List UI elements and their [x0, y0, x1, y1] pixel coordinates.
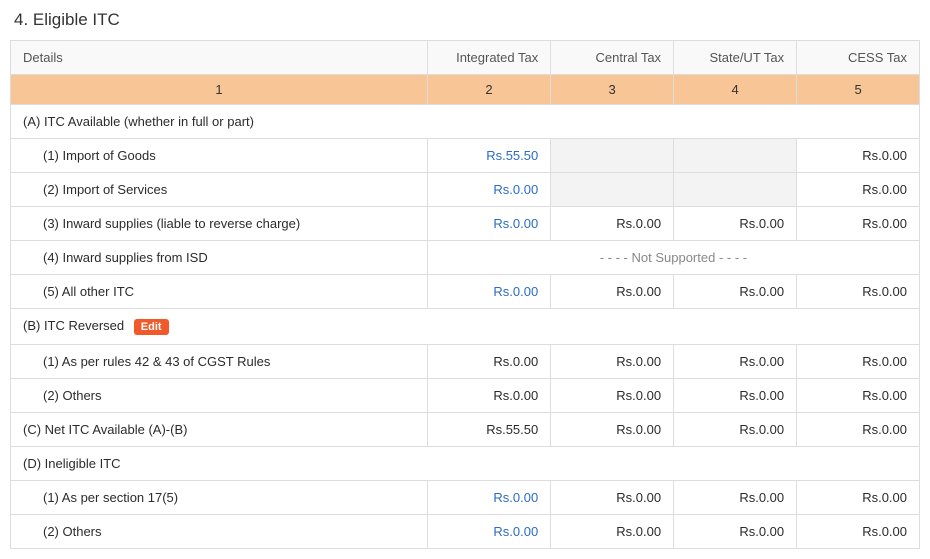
section-title: 4. Eligible ITC: [14, 10, 920, 30]
value-link[interactable]: Rs.0.00: [493, 182, 538, 197]
cell-state: Rs.0.00: [674, 514, 797, 548]
group-b-header: (B) ITC Reversed Edit: [11, 309, 920, 345]
column-number-row: 1 2 3 4 5: [11, 75, 920, 105]
cell-state: Rs.0.00: [674, 207, 797, 241]
group-b-label: (B) ITC Reversed: [23, 318, 124, 333]
colnum-1: 1: [11, 75, 428, 105]
colnum-2: 2: [427, 75, 550, 105]
table-row: (3) Inward supplies (liable to reverse c…: [11, 207, 920, 241]
cell-central: Rs.0.00: [551, 207, 674, 241]
cell-central-disabled: [551, 139, 674, 173]
group-a-label: (A) ITC Available (whether in full or pa…: [11, 105, 920, 139]
colnum-4: 4: [674, 75, 797, 105]
cell-state: Rs.0.00: [674, 412, 797, 446]
header-integrated-tax: Integrated Tax: [427, 41, 550, 75]
table-row: (2) Others Rs.0.00 Rs.0.00 Rs.0.00 Rs.0.…: [11, 514, 920, 548]
cell-central: Rs.0.00: [551, 514, 674, 548]
cell-cess: Rs.0.00: [797, 344, 920, 378]
row-label: (2) Import of Services: [11, 173, 428, 207]
table-row: (1) As per rules 42 & 43 of CGST Rules R…: [11, 344, 920, 378]
cell-cess: Rs.0.00: [797, 275, 920, 309]
cell-state-disabled: [674, 173, 797, 207]
cell-cess: Rs.0.00: [797, 480, 920, 514]
cell-cess: Rs.0.00: [797, 173, 920, 207]
cell-integrated: Rs.0.00: [427, 378, 550, 412]
cell-state: Rs.0.00: [674, 480, 797, 514]
cell-integrated: Rs.55.50: [427, 139, 550, 173]
group-d-header: (D) Ineligible ITC: [11, 446, 920, 480]
cell-central: Rs.0.00: [551, 378, 674, 412]
group-a-header: (A) ITC Available (whether in full or pa…: [11, 105, 920, 139]
cell-integrated: Rs.0.00: [427, 480, 550, 514]
row-label: (2) Others: [11, 514, 428, 548]
cell-cess: Rs.0.00: [797, 378, 920, 412]
value-link[interactable]: Rs.0.00: [493, 216, 538, 231]
cell-integrated: Rs.0.00: [427, 344, 550, 378]
table-row: (1) As per section 17(5) Rs.0.00 Rs.0.00…: [11, 480, 920, 514]
cell-integrated: Rs.0.00: [427, 173, 550, 207]
header-central-tax: Central Tax: [551, 41, 674, 75]
cell-central: Rs.0.00: [551, 344, 674, 378]
group-d-label: (D) Ineligible ITC: [11, 446, 920, 480]
row-label: (2) Others: [11, 378, 428, 412]
table-row: (4) Inward supplies from ISD - - - - Not…: [11, 241, 920, 275]
cell-state: Rs.0.00: [674, 344, 797, 378]
cell-cess: Rs.0.00: [797, 207, 920, 241]
cell-central-disabled: [551, 173, 674, 207]
colnum-3: 3: [551, 75, 674, 105]
cell-cess: Rs.0.00: [797, 514, 920, 548]
table-row: (2) Import of Services Rs.0.00 Rs.0.00: [11, 173, 920, 207]
table-row: (2) Others Rs.0.00 Rs.0.00 Rs.0.00 Rs.0.…: [11, 378, 920, 412]
cell-cess: Rs.0.00: [797, 412, 920, 446]
row-label: (3) Inward supplies (liable to reverse c…: [11, 207, 428, 241]
value-link[interactable]: Rs.55.50: [486, 148, 538, 163]
group-c-label: (C) Net ITC Available (A)-(B): [11, 412, 428, 446]
cell-integrated: Rs.0.00: [427, 207, 550, 241]
value-link[interactable]: Rs.0.00: [493, 284, 538, 299]
cell-state: Rs.0.00: [674, 275, 797, 309]
table-row: (1) Import of Goods Rs.55.50 Rs.0.00: [11, 139, 920, 173]
cell-integrated: Rs.55.50: [427, 412, 550, 446]
cell-central: Rs.0.00: [551, 412, 674, 446]
row-label: (5) All other ITC: [11, 275, 428, 309]
cell-central: Rs.0.00: [551, 480, 674, 514]
row-label: (4) Inward supplies from ISD: [11, 241, 428, 275]
header-cess-tax: CESS Tax: [797, 41, 920, 75]
header-details: Details: [11, 41, 428, 75]
row-label: (1) Import of Goods: [11, 139, 428, 173]
table-row: (5) All other ITC Rs.0.00 Rs.0.00 Rs.0.0…: [11, 275, 920, 309]
not-supported-label: - - - - Not Supported - - - -: [427, 241, 919, 275]
colnum-5: 5: [797, 75, 920, 105]
cell-central: Rs.0.00: [551, 275, 674, 309]
edit-button[interactable]: Edit: [134, 319, 169, 335]
cell-state: Rs.0.00: [674, 378, 797, 412]
group-c-row: (C) Net ITC Available (A)-(B) Rs.55.50 R…: [11, 412, 920, 446]
eligible-itc-table: Details Integrated Tax Central Tax State…: [10, 40, 920, 549]
cell-integrated: Rs.0.00: [427, 275, 550, 309]
row-label: (1) As per section 17(5): [11, 480, 428, 514]
cell-cess: Rs.0.00: [797, 139, 920, 173]
cell-state-disabled: [674, 139, 797, 173]
cell-integrated: Rs.0.00: [427, 514, 550, 548]
value-link[interactable]: Rs.0.00: [493, 524, 538, 539]
row-label: (1) As per rules 42 & 43 of CGST Rules: [11, 344, 428, 378]
value-link[interactable]: Rs.0.00: [493, 490, 538, 505]
group-b-cell: (B) ITC Reversed Edit: [11, 309, 920, 345]
header-row: Details Integrated Tax Central Tax State…: [11, 41, 920, 75]
header-state-tax: State/UT Tax: [674, 41, 797, 75]
